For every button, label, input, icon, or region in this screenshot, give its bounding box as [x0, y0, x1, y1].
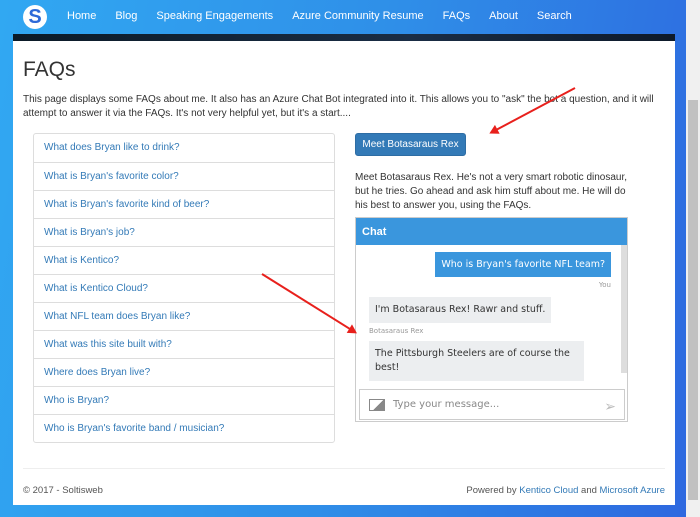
send-icon[interactable]: ➢	[604, 398, 616, 415]
intro-text: This page displays some FAQs about me. I…	[23, 94, 654, 119]
nav-search[interactable]: Search	[537, 10, 572, 22]
footer-divider	[23, 468, 665, 469]
bot-message: The Pittsburgh Steelers are of course th…	[369, 341, 584, 381]
chat-input[interactable]: Type your message... ➢	[359, 389, 625, 420]
chat-header: Chat	[356, 218, 627, 245]
meet-bot-button[interactable]: Meet Botasaraus Rex	[355, 133, 466, 156]
faq-item[interactable]: What is Bryan's favorite color?	[34, 162, 334, 190]
nav-blog[interactable]: Blog	[115, 10, 137, 22]
chat-widget: Chat Who is Bryan's favorite NFL team? Y…	[355, 217, 628, 422]
copyright: © 2017 - Soltisweb	[23, 485, 103, 496]
faq-item[interactable]: What is Bryan's favorite kind of beer?	[34, 190, 334, 218]
faq-item[interactable]: What does Bryan like to drink?	[34, 134, 334, 162]
scrollbar-thumb[interactable]	[688, 100, 698, 500]
page-title: FAQs	[23, 58, 76, 81]
kentico-cloud-link[interactable]: Kentico Cloud	[519, 485, 578, 496]
and-text: and	[581, 485, 597, 496]
microsoft-azure-link[interactable]: Microsoft Azure	[600, 485, 665, 496]
faq-item[interactable]: What was this site built with?	[34, 330, 334, 358]
nav-faqs[interactable]: FAQs	[443, 10, 471, 22]
page-scrollbar[interactable]	[686, 0, 700, 517]
site-logo[interactable]: S	[23, 5, 47, 29]
bot-message: I'm Botasaraus Rex! Rawr and stuff.	[369, 297, 552, 323]
faq-item[interactable]: Who is Bryan?	[34, 386, 334, 414]
faq-item[interactable]: What is Kentico?	[34, 246, 334, 274]
powered-by-label: Powered by	[466, 485, 517, 496]
nav-speaking[interactable]: Speaking Engagements	[156, 10, 273, 22]
chat-history: Who is Bryan's favorite NFL team? You I'…	[356, 245, 621, 383]
top-nav: S Home Blog Speaking Engagements Azure C…	[0, 0, 686, 34]
nav-about[interactable]: About	[489, 10, 518, 22]
user-message: Who is Bryan's favorite NFL team?	[435, 252, 611, 277]
message-placeholder[interactable]: Type your message...	[393, 399, 499, 410]
faq-item[interactable]: What is Bryan's job?	[34, 218, 334, 246]
nav-home[interactable]: Home	[67, 10, 96, 22]
faq-item[interactable]: Where does Bryan live?	[34, 358, 334, 386]
faq-item[interactable]: What is Kentico Cloud?	[34, 274, 334, 302]
nav-resume[interactable]: Azure Community Resume	[292, 10, 423, 22]
header-banner	[13, 34, 675, 41]
bot-description: Meet Botasaraus Rex. He's not a very sma…	[355, 172, 628, 211]
bot-label: Botasaraus Rex	[369, 327, 424, 335]
chat-scrollbar[interactable]	[621, 245, 627, 373]
image-upload-icon[interactable]	[369, 399, 385, 411]
powered-by: Powered by Kentico Cloud and Microsoft A…	[466, 485, 665, 496]
faq-item[interactable]: Who is Bryan's favorite band / musician?	[34, 414, 334, 442]
faq-item[interactable]: What NFL team does Bryan like?	[34, 302, 334, 330]
main-content: FAQs This page displays some FAQs about …	[13, 41, 675, 505]
user-label: You	[598, 281, 611, 289]
faq-list: What does Bryan like to drink? What is B…	[33, 133, 335, 443]
